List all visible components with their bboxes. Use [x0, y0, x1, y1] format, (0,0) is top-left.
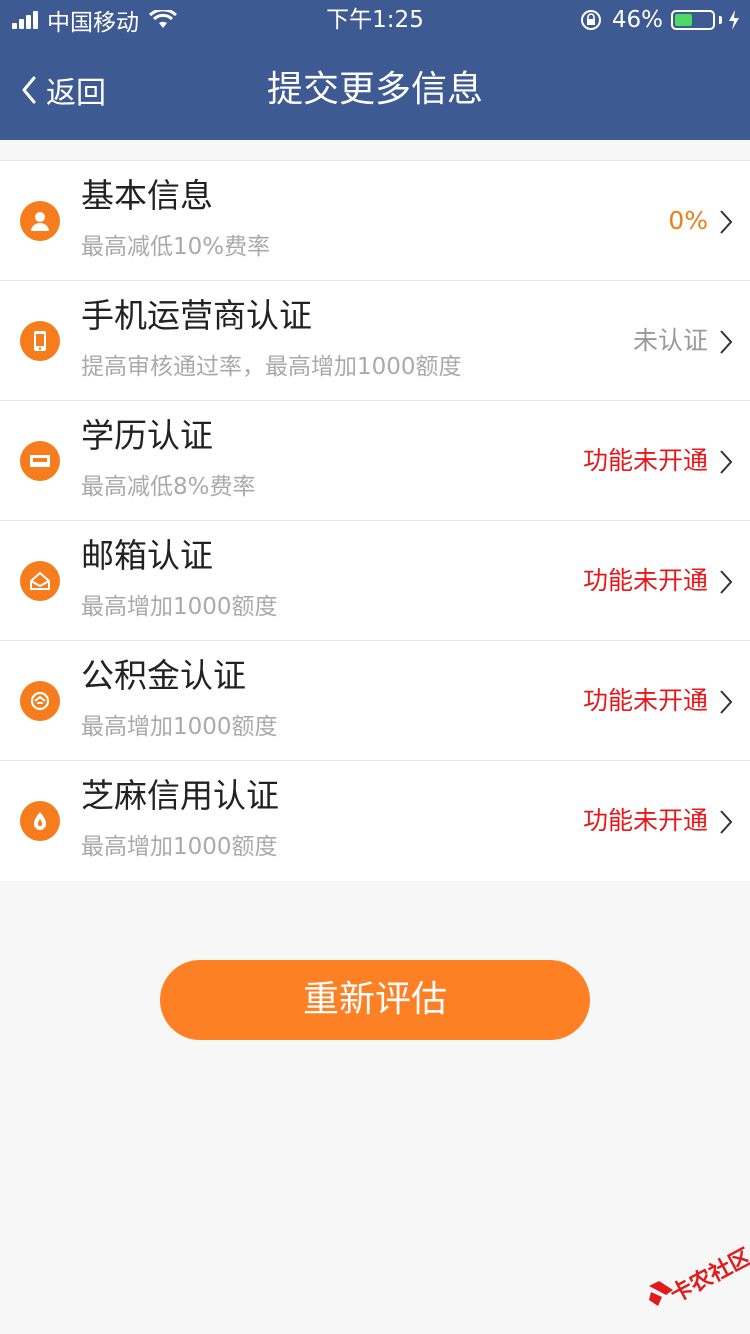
charging-bolt-icon — [729, 10, 739, 30]
battery-icon — [671, 10, 715, 30]
nav-bar: 返回 提交更多信息 — [0, 40, 750, 140]
item-title: 邮箱认证 — [81, 536, 213, 575]
item-status: 功能未开通 — [582, 806, 708, 835]
person-icon — [20, 201, 60, 241]
chevron-right-icon — [720, 690, 733, 714]
watermark-text: 卡农社区 — [666, 1244, 750, 1308]
diploma-icon — [20, 441, 60, 481]
verification-list: 基本信息 最高减低10%费率 0% 手机运营商认证 提高审核通过率，最高增加10… — [0, 160, 750, 881]
item-title: 公积金认证 — [81, 656, 246, 695]
item-title: 学历认证 — [81, 416, 213, 455]
list-item-education-auth[interactable]: 学历认证 最高减低8%费率 功能未开通 — [0, 401, 750, 521]
watermark-logo: 卡农社区 — [642, 1245, 750, 1318]
list-item-basic-info[interactable]: 基本信息 最高减低10%费率 0% — [0, 161, 750, 281]
battery-cap — [719, 16, 722, 24]
reassess-button[interactable]: 重新评估 — [160, 960, 590, 1040]
rotation-lock-icon — [580, 10, 601, 30]
battery-fill — [675, 14, 692, 26]
list-item-email-auth[interactable]: 邮箱认证 最高增加1000额度 功能未开通 — [0, 521, 750, 641]
item-subtitle: 提高审核通过率，最高增加1000额度 — [81, 354, 462, 380]
chevron-right-icon — [720, 210, 733, 234]
item-title: 手机运营商认证 — [81, 296, 312, 335]
list-item-carrier-auth[interactable]: 手机运营商认证 提高审核通过率，最高增加1000额度 未认证 — [0, 281, 750, 401]
item-status: 未认证 — [632, 326, 708, 355]
item-status: 功能未开通 — [582, 566, 708, 595]
item-subtitle: 最高增加1000额度 — [81, 834, 278, 860]
fund-icon — [20, 681, 60, 721]
chevron-right-icon — [720, 810, 733, 834]
item-title: 芝麻信用认证 — [81, 776, 279, 815]
item-subtitle: 最高减低8%费率 — [81, 474, 256, 500]
list-item-housing-fund-auth[interactable]: 公积金认证 最高增加1000额度 功能未开通 — [0, 641, 750, 761]
item-subtitle: 最高减低10%费率 — [81, 234, 271, 260]
item-status: 功能未开通 — [582, 446, 708, 475]
phone-icon — [20, 321, 60, 361]
chevron-right-icon — [720, 450, 733, 474]
battery-percent: 46% — [611, 7, 663, 33]
chevron-right-icon — [720, 570, 733, 594]
item-status: 功能未开通 — [582, 686, 708, 715]
list-item-sesame-credit-auth[interactable]: 芝麻信用认证 最高增加1000额度 功能未开通 — [0, 761, 750, 881]
page-title: 提交更多信息 — [266, 69, 483, 110]
status-right: 46% — [580, 6, 740, 34]
status-bar: 中国移动 下午1:25 46% — [0, 0, 750, 40]
item-status: 0% — [668, 206, 708, 235]
sesame-icon — [20, 801, 60, 841]
chevron-right-icon — [720, 330, 733, 354]
mail-icon — [20, 561, 60, 601]
item-title: 基本信息 — [81, 176, 213, 215]
item-subtitle: 最高增加1000额度 — [81, 594, 278, 620]
item-subtitle: 最高增加1000额度 — [81, 714, 278, 740]
